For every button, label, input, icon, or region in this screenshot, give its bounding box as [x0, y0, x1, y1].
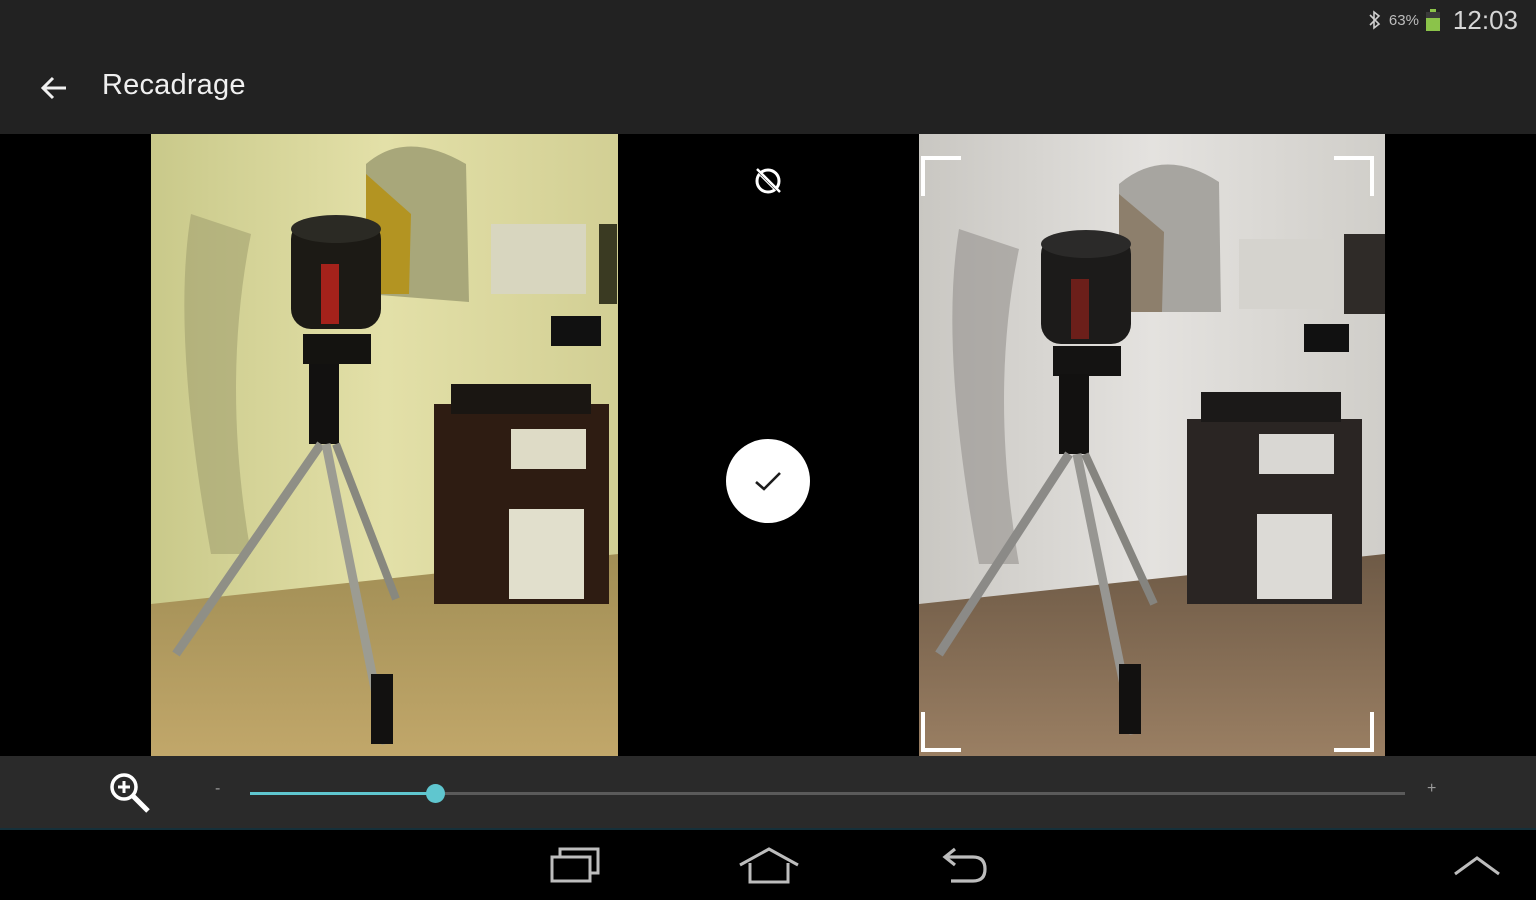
status-bar: 63% 12:03 — [0, 0, 1536, 40]
crop-handle-top-left[interactable] — [921, 156, 961, 196]
arrow-left-icon — [40, 76, 66, 100]
original-photo — [151, 134, 618, 756]
up-chevron-icon — [1454, 856, 1500, 876]
crop-handle-bottom-left[interactable] — [921, 712, 961, 752]
zoom-slider-fill — [250, 792, 435, 795]
rotation-lock-button[interactable] — [740, 156, 796, 206]
zoom-plus-label: + — [1427, 780, 1437, 797]
back-button[interactable] — [30, 68, 78, 108]
up-button[interactable] — [1442, 840, 1512, 890]
crop-editor — [0, 134, 1536, 756]
battery-icon — [1425, 9, 1440, 31]
home-button[interactable] — [734, 840, 804, 890]
back-icon — [942, 847, 987, 883]
status-indicators: 63% 12:03 — [1367, 4, 1518, 35]
system-back-button[interactable] — [928, 840, 998, 890]
cropped-photo-preview — [919, 134, 1385, 756]
zoom-in-icon — [106, 770, 154, 814]
zoom-slider-thumb[interactable] — [425, 784, 445, 803]
zoom-slider[interactable] — [250, 784, 1405, 803]
crop-handle-bottom-right[interactable] — [1334, 712, 1374, 752]
rotation-lock-icon — [754, 167, 782, 195]
crop-handle-top-right[interactable] — [1334, 156, 1374, 196]
battery-percent: 63% — [1388, 11, 1419, 29]
bluetooth-icon — [1369, 10, 1381, 30]
action-bar: Recadrage — [0, 40, 1536, 134]
clock: 12:03 — [1452, 4, 1518, 35]
zoom-bar: - + — [0, 756, 1536, 830]
check-icon — [755, 472, 781, 491]
home-icon — [739, 847, 799, 884]
confirm-button[interactable] — [726, 439, 810, 523]
page-title: Recadrage — [102, 69, 246, 101]
recent-apps-icon — [550, 847, 600, 883]
recent-apps-button[interactable] — [540, 840, 610, 890]
zoom-minus-label: - — [215, 780, 221, 797]
navigation-bar — [0, 830, 1536, 900]
